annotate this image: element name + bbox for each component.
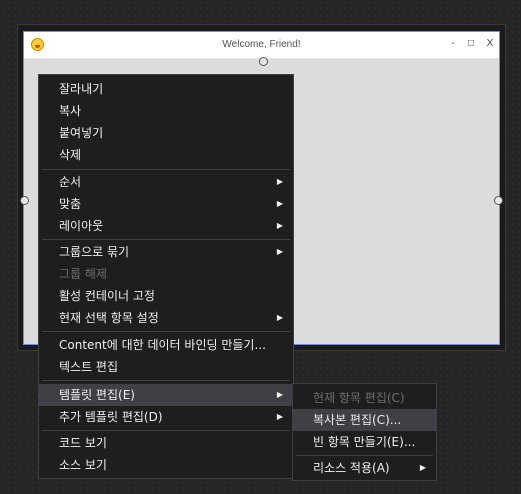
menu-item-label: 추가 템플릿 편집(D) [59,410,163,424]
context-menu: 잘라내기 복사 붙여넣기 삭제 순서 ▶ 맞춤 ▶ 레이아웃 ▶ 그룹으로 묶기 ▶ 그… [38,74,294,479]
menu-item-label: 리소스 적용(A) [313,461,390,475]
close-button[interactable]: X [484,38,496,50]
menu-item-view-code[interactable]: 코드 보기 [39,432,293,454]
menu-item-label: 복사본 편집(C)... [313,413,402,427]
menu-item-label: 그룹으로 묶기 [59,245,130,259]
menu-item-label: 순서 [59,175,82,189]
menu-item-label: 잘라내기 [59,82,104,96]
menu-item-view-source[interactable]: 소스 보기 [39,454,293,476]
menu-item-align[interactable]: 맞춤 ▶ [39,193,293,215]
menu-item-label: 그룹 해제 [59,267,107,281]
submenu-arrow-icon: ▶ [276,199,283,208]
menu-item-group-into[interactable]: 그룹으로 묶기 ▶ [39,241,293,263]
resize-handle-top[interactable] [259,57,268,66]
resize-handle-left[interactable] [20,196,29,205]
menu-item-label: 현재 항목 편집(C) [313,391,405,405]
menu-item-edit-text[interactable]: 텍스트 편집 [39,356,293,378]
menu-item-label: Content에 대한 데이터 바인딩 만들기... [59,338,266,352]
menu-item-layout[interactable]: 레이아웃 ▶ [39,215,293,237]
submenu-arrow-icon: ▶ [276,390,283,399]
submenu-item-edit-current[interactable]: 현재 항목 편집(C) [293,387,436,409]
menu-item-order[interactable]: 순서 ▶ [39,171,293,193]
menu-item-pin-active-container[interactable]: 활성 컨테이너 고정 [39,285,293,307]
menu-item-label: 맞춤 [59,197,82,211]
submenu-arrow-icon: ▶ [276,177,283,186]
menu-item-edit-template[interactable]: 템플릿 편집(E) ▶ [39,384,293,406]
menu-item-label: 현재 선택 항목 설정 [59,311,159,325]
minimize-button[interactable]: - [447,38,459,50]
menu-item-label: 붙여넣기 [59,126,104,140]
menu-item-label: 텍스트 편집 [59,360,119,374]
submenu-arrow-icon: ▶ [419,463,426,472]
menu-item-label: 레이아웃 [59,219,104,233]
submenu-item-edit-copy[interactable]: 복사본 편집(C)... [293,409,436,431]
submenu-arrow-icon: ▶ [276,412,283,421]
menu-item-label: 삭제 [59,148,82,162]
menu-item-delete[interactable]: 삭제 [39,144,293,166]
menu-item-label: 소스 보기 [59,458,107,472]
window-titlebar[interactable]: Welcome, Friend! - □ X [24,32,499,59]
menu-item-create-data-binding[interactable]: Content에 대한 데이터 바인딩 만들기... [39,334,293,356]
menu-separator [42,430,290,431]
submenu-arrow-icon: ▶ [276,247,283,256]
menu-item-cut[interactable]: 잘라내기 [39,78,293,100]
template-submenu: 현재 항목 편집(C) 복사본 편집(C)... 빈 항목 만들기(E)... … [292,383,437,481]
menu-item-label: 복사 [59,104,82,118]
maximize-button[interactable]: □ [465,38,477,50]
submenu-item-create-empty[interactable]: 빈 항목 만들기(E)... [293,431,436,453]
menu-item-label: 템플릿 편집(E) [59,388,135,402]
window-title: Welcome, Friend! [222,39,301,50]
menu-separator [42,239,290,240]
menu-item-edit-additional-templates[interactable]: 추가 템플릿 편집(D) ▶ [39,406,293,428]
menu-item-label: 빈 항목 만들기(E)... [313,435,416,449]
submenu-item-apply-resource[interactable]: 리소스 적용(A) ▶ [293,457,436,479]
menu-separator [42,331,290,332]
menu-item-set-current-selection[interactable]: 현재 선택 항목 설정 ▶ [39,307,293,329]
resize-handle-right[interactable] [494,196,503,205]
menu-item-ungroup[interactable]: 그룹 해제 [39,263,293,285]
menu-separator [42,380,290,381]
menu-item-paste[interactable]: 붙여넣기 [39,122,293,144]
menu-item-copy[interactable]: 복사 [39,100,293,122]
menu-separator [42,169,290,170]
submenu-arrow-icon: ▶ [276,313,283,322]
menu-item-label: 코드 보기 [59,436,107,450]
menu-item-label: 활성 컨테이너 고정 [59,289,155,303]
menu-separator [296,455,433,456]
submenu-arrow-icon: ▶ [276,221,283,230]
